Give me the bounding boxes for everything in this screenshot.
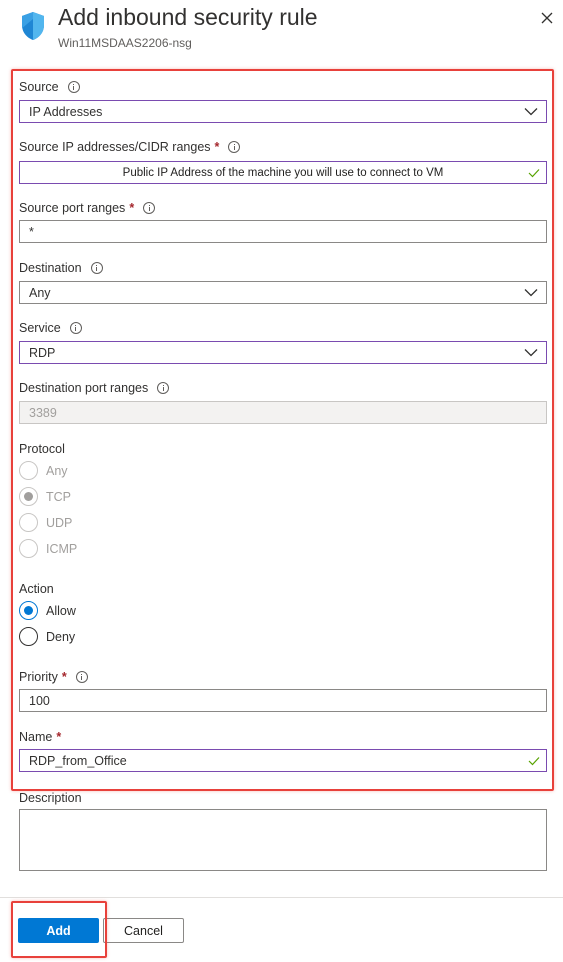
source-label: Source bbox=[19, 80, 80, 94]
info-icon[interactable] bbox=[157, 382, 170, 394]
dest-port-input: 3389 bbox=[19, 401, 547, 424]
chevron-down-icon bbox=[524, 289, 538, 297]
action-allow-radio[interactable]: Allow bbox=[19, 601, 76, 620]
source-port-label: Source port ranges * bbox=[19, 201, 156, 215]
source-ip-input[interactable]: Public IP Address of the machine you wil… bbox=[19, 161, 547, 184]
source-port-input[interactable]: * bbox=[19, 220, 547, 243]
service-dropdown[interactable]: RDP bbox=[19, 341, 547, 364]
checkmark-icon bbox=[528, 757, 540, 766]
info-icon[interactable] bbox=[69, 322, 82, 334]
action-deny-radio[interactable]: Deny bbox=[19, 627, 75, 646]
description-textarea[interactable] bbox=[19, 809, 547, 871]
protocol-udp-radio: UDP bbox=[19, 513, 72, 532]
description-label: Description bbox=[19, 791, 82, 805]
info-icon[interactable] bbox=[90, 262, 103, 274]
destination-label: Destination bbox=[19, 261, 103, 275]
chevron-down-icon bbox=[524, 349, 538, 357]
info-icon[interactable] bbox=[143, 202, 156, 214]
info-icon[interactable] bbox=[75, 671, 88, 683]
protocol-tcp-radio: TCP bbox=[19, 487, 71, 506]
info-icon[interactable] bbox=[228, 141, 241, 153]
add-button[interactable]: Add bbox=[18, 918, 99, 943]
name-input[interactable]: RDP_from_Office bbox=[19, 749, 547, 772]
priority-input[interactable]: 100 bbox=[19, 689, 547, 712]
chevron-down-icon bbox=[524, 108, 538, 116]
shield-icon bbox=[22, 12, 44, 40]
name-label: Name * bbox=[19, 730, 62, 744]
service-label: Service bbox=[19, 321, 82, 335]
action-label: Action bbox=[19, 582, 54, 596]
cancel-button[interactable]: Cancel bbox=[103, 918, 184, 943]
page-subtitle: Win11MSDAAS2206-nsg bbox=[58, 36, 192, 50]
source-ip-label: Source IP addresses/CIDR ranges * bbox=[19, 140, 241, 154]
checkmark-icon bbox=[528, 169, 540, 178]
protocol-any-radio: Any bbox=[19, 461, 68, 480]
protocol-icmp-radio: ICMP bbox=[19, 539, 77, 558]
close-icon[interactable] bbox=[538, 9, 556, 27]
source-dropdown[interactable]: IP Addresses bbox=[19, 100, 547, 123]
dest-port-label: Destination port ranges bbox=[19, 381, 170, 395]
footer-divider bbox=[0, 897, 563, 898]
page-title: Add inbound security rule bbox=[58, 4, 318, 30]
protocol-label: Protocol bbox=[19, 442, 65, 456]
priority-label: Priority * bbox=[19, 670, 88, 684]
destination-dropdown[interactable]: Any bbox=[19, 281, 547, 304]
info-icon[interactable] bbox=[67, 81, 80, 93]
